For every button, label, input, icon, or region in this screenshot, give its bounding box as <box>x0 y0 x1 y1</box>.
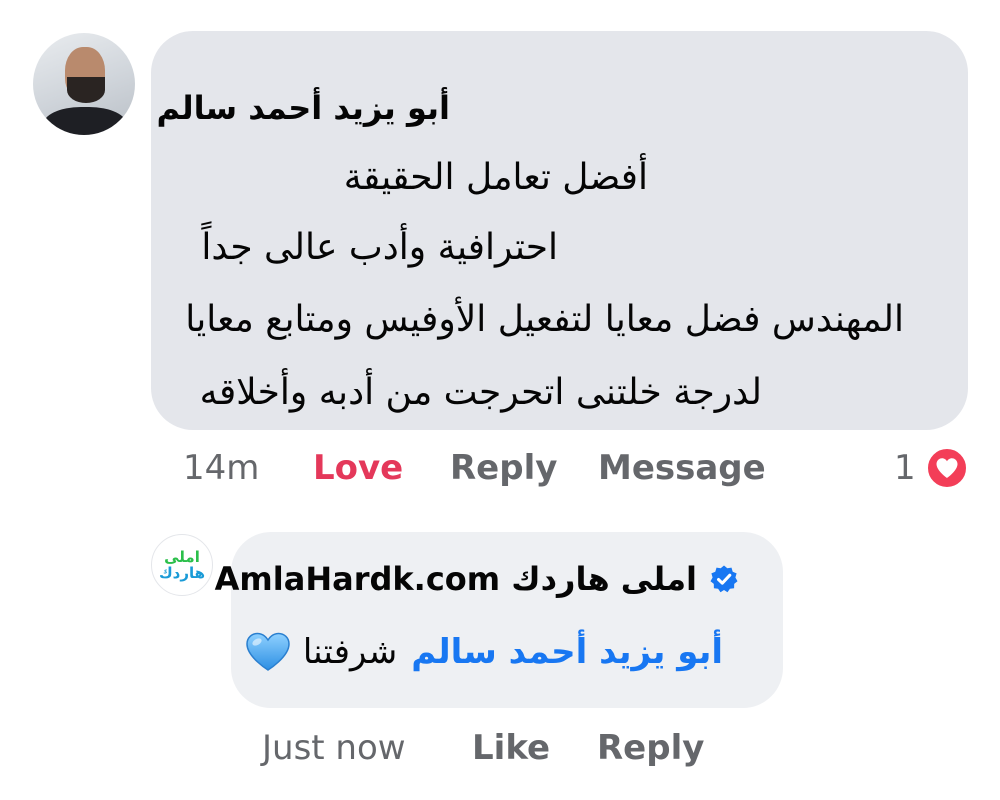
reply-text: أبو يزيد أحمد سالم شرفتنا <box>245 632 723 672</box>
love-reaction-button[interactable]: Love <box>313 448 403 488</box>
page-logo-avatar[interactable]: املى هاردك <box>151 534 213 596</box>
reply-bubble: املى هاردك AmlaHardk.com أبو يزيد أحمد س… <box>215 532 783 708</box>
reaction-count[interactable]: 1 <box>894 448 916 488</box>
reply-timestamp[interactable]: Just now <box>262 728 406 768</box>
avatar-beard <box>67 77 105 103</box>
heart-icon-shape <box>936 458 958 478</box>
comment-author-name[interactable]: أبو يزيد أحمد سالم <box>157 89 450 127</box>
comment-text-line: احترافية وأدب عالى جداً <box>201 227 558 268</box>
reply-author-name[interactable]: املى هاردك AmlaHardk.com <box>215 560 697 598</box>
verified-badge-icon <box>709 564 739 594</box>
comment-text-line: أفضل تعامل الحقيقة <box>343 157 648 198</box>
comment-text-line: المهندس فضل معايا لتفعيل الأوفيس ومتابع … <box>185 299 904 340</box>
blue-heart-icon <box>245 632 291 672</box>
comment-text-line: لدرجة خلتنى اتحرجت من أدبه وأخلاقه <box>199 372 762 413</box>
reply-button[interactable]: Reply <box>450 448 557 488</box>
heart-icon[interactable] <box>925 446 969 490</box>
avatar-shirt <box>43 107 127 135</box>
reply-button[interactable]: Reply <box>597 728 704 768</box>
like-button[interactable]: Like <box>472 728 550 768</box>
comment-timestamp[interactable]: 14m <box>183 448 259 488</box>
comment-bubble: أبو يزيد أحمد سالم أفضل تعامل الحقيقة اح… <box>151 31 968 430</box>
reply-author-row: املى هاردك AmlaHardk.com <box>215 560 739 598</box>
message-button[interactable]: Message <box>598 448 766 488</box>
reply-message-text: شرفتنا <box>302 632 398 672</box>
commenter-avatar[interactable] <box>33 33 135 135</box>
logo-text-bottom: هاردك <box>158 563 206 582</box>
logo-text-top: املى <box>164 547 200 566</box>
mention-link[interactable]: أبو يزيد أحمد سالم <box>411 632 723 672</box>
